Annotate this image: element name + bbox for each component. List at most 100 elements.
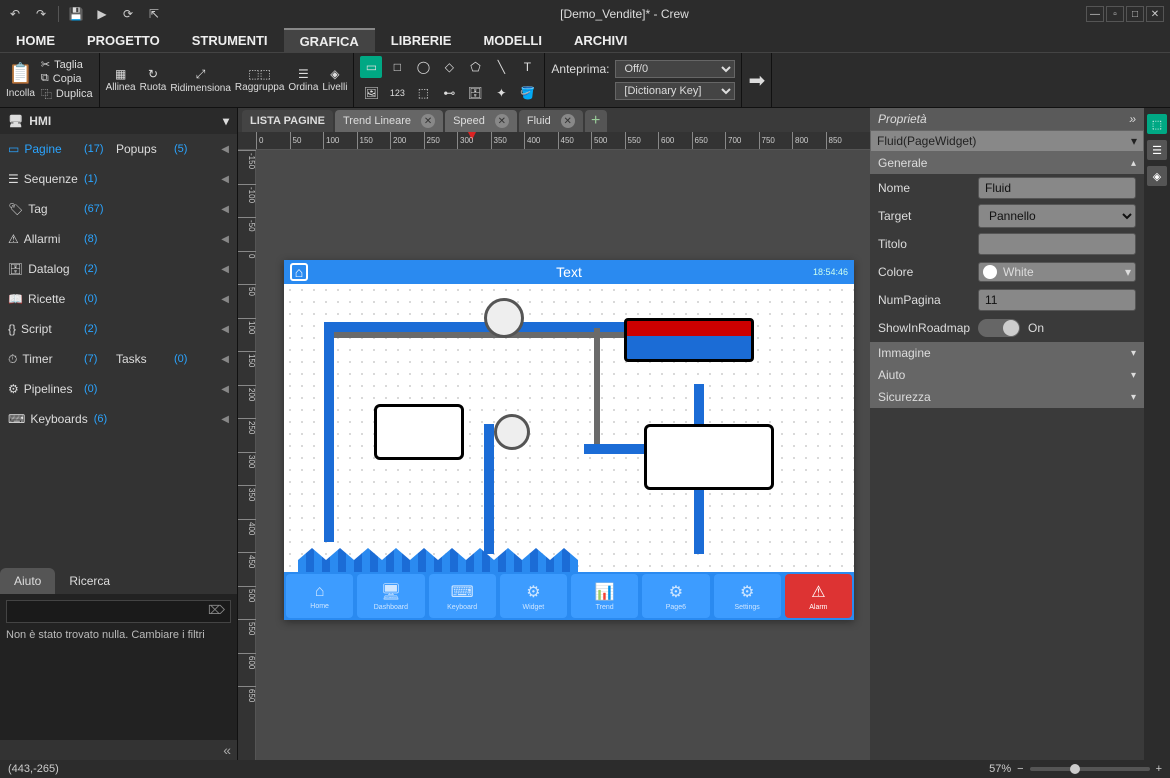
close-button[interactable]: ✕ <box>1146 6 1164 22</box>
menu-progetto[interactable]: PROGETTO <box>71 28 176 52</box>
pump-2[interactable] <box>644 424 774 490</box>
doc-tab[interactable]: LISTA PAGINE <box>242 110 333 132</box>
search-clear-icon[interactable]: ⌦ <box>208 603 225 617</box>
add-tab-button[interactable]: + <box>585 110 607 132</box>
pointer-tool-icon[interactable]: ▭ <box>360 56 382 78</box>
diamond-tool-icon[interactable]: ◇ <box>438 56 460 78</box>
page-nav-button[interactable]: ⚠Alarm <box>785 574 852 618</box>
page-nav-button[interactable]: 🖥Dashboard <box>357 574 424 618</box>
menu-modelli[interactable]: MODELLI <box>467 28 558 52</box>
doc-tab[interactable]: Trend Lineare✕ <box>335 110 443 132</box>
rect-tool-icon[interactable]: □ <box>386 56 408 78</box>
sidebar-item[interactable]: 🗄Datalog(2)◀ <box>0 254 237 284</box>
maximize-button[interactable]: □ <box>1126 6 1144 22</box>
copy-button[interactable]: ⧉ Copia <box>41 72 93 85</box>
sidebar-item[interactable]: ▭Pagine(17)Popups(5)◀ <box>0 134 237 164</box>
prop-colore-select[interactable]: White▾ <box>978 262 1136 282</box>
prop-target-select[interactable]: Pannello <box>978 204 1136 228</box>
zoom-out-button[interactable]: − <box>1017 763 1023 775</box>
help-search-input[interactable] <box>6 600 231 623</box>
anteprima-select[interactable]: Off/0 <box>615 60 735 78</box>
page-nav-button[interactable]: ⌨Keyboard <box>429 574 496 618</box>
menu-home[interactable]: HOME <box>0 28 71 52</box>
redo-icon[interactable]: ↷ <box>32 5 50 23</box>
prop-numpagina-input[interactable] <box>978 289 1136 311</box>
tab-ricerca[interactable]: Ricerca <box>55 568 124 594</box>
page-home-icon[interactable]: ⌂ <box>290 263 308 281</box>
sidebar-item[interactable]: ⏱Timer(7)Tasks(0)◀ <box>0 344 237 374</box>
properties-expand-icon[interactable]: » <box>1129 112 1136 126</box>
page-nav-button[interactable]: 📊Trend <box>571 574 638 618</box>
align-tool[interactable]: ▦Allinea <box>106 67 136 94</box>
tab-aiuto[interactable]: Aiuto <box>0 568 55 594</box>
section-generale[interactable]: Generale▴ <box>870 152 1144 174</box>
prop-titolo-input[interactable] <box>978 233 1136 255</box>
cut-button[interactable]: ✂ Taglia <box>41 58 93 71</box>
water-widget[interactable] <box>298 548 578 572</box>
tank-widget[interactable] <box>624 318 754 362</box>
group-tool[interactable]: ⬚⬚Raggruppa <box>235 67 284 94</box>
page-nav-button[interactable]: ⚙Widget <box>500 574 567 618</box>
selection-dropdown[interactable]: Fluid(PageWidget)▾ <box>870 130 1144 152</box>
sidebar-item[interactable]: {}Script(2)◀ <box>0 314 237 344</box>
restore-button[interactable]: ▫ <box>1106 6 1124 22</box>
dictionary-select[interactable]: [Dictionary Key] <box>615 82 735 100</box>
menu-archivi[interactable]: ARCHIVI <box>558 28 643 52</box>
menu-strumenti[interactable]: STRUMENTI <box>176 28 284 52</box>
sidebar-item[interactable]: ☰Sequenze(1)◀ <box>0 164 237 194</box>
sidebar-item[interactable]: 📖Ricette(0)◀ <box>0 284 237 314</box>
frame-tool-icon[interactable]: ⬚ <box>412 82 434 104</box>
rotate-tool[interactable]: ↻Ruota <box>140 67 167 94</box>
doc-tab[interactable]: Fluid✕ <box>519 110 583 132</box>
paint-tool-icon[interactable]: 🪣 <box>516 82 538 104</box>
pump-1[interactable] <box>374 404 464 460</box>
save-icon[interactable]: 💾 <box>67 5 85 23</box>
slider-tool-icon[interactable]: ⊷ <box>438 82 460 104</box>
number-tool-icon[interactable]: 123 <box>386 82 408 104</box>
sidebar-item[interactable]: ⚙Pipelines(0)◀ <box>0 374 237 404</box>
zoom-in-button[interactable]: + <box>1156 763 1162 775</box>
order-tool[interactable]: ☰Ordina <box>288 67 318 94</box>
export-icon[interactable]: ⇱ <box>145 5 163 23</box>
page-nav-button[interactable]: ⚙Settings <box>714 574 781 618</box>
prop-roadmap-toggle[interactable] <box>978 319 1020 337</box>
tab-close-icon[interactable]: ✕ <box>421 114 435 128</box>
db-tool-icon[interactable]: 🗄 <box>464 82 486 104</box>
duplicate-button[interactable]: ⿻ Duplica <box>41 86 93 102</box>
run-icon[interactable]: ▶ <box>93 5 111 23</box>
rtool-3d-icon[interactable]: ⬚ <box>1147 114 1167 134</box>
section-sicurezza[interactable]: Sicurezza▾ <box>870 386 1144 408</box>
section-aiuto[interactable]: Aiuto▾ <box>870 364 1144 386</box>
panel-collapse-button[interactable]: « <box>0 740 237 760</box>
tab-close-icon[interactable]: ✕ <box>495 114 509 128</box>
sidebar-item[interactable]: ⌨Keyboards(6)◀ <box>0 404 237 434</box>
zoom-slider[interactable] <box>1030 767 1150 771</box>
design-canvas[interactable]: ⌂ Text 18:54:46 <box>256 150 870 760</box>
gauge-2[interactable] <box>494 414 530 450</box>
image-tool-icon[interactable]: 🖼 <box>360 82 382 104</box>
menu-grafica[interactable]: GRAFICA <box>284 28 375 52</box>
deploy-icon[interactable]: ⟳ <box>119 5 137 23</box>
ellipse-tool-icon[interactable]: ◯ <box>412 56 434 78</box>
tab-close-icon[interactable]: ✕ <box>561 114 575 128</box>
layers-tool[interactable]: ◈Livelli <box>322 67 347 94</box>
panel-collapse-icon[interactable]: ▾ <box>223 114 229 128</box>
section-immagine[interactable]: Immagine▾ <box>870 342 1144 364</box>
undo-icon[interactable]: ↶ <box>6 5 24 23</box>
prop-nome-input[interactable] <box>978 177 1136 199</box>
page-nav-button[interactable]: ⌂Home <box>286 574 353 618</box>
paste-button[interactable]: 📋 Incolla <box>6 61 35 99</box>
star-tool-icon[interactable]: ✦ <box>490 82 512 104</box>
sidebar-item[interactable]: 🏷Tag(67)◀ <box>0 194 237 224</box>
doc-tab[interactable]: Speed✕ <box>445 110 517 132</box>
page-nav-button[interactable]: ⚙Page6 <box>642 574 709 618</box>
gauge-1[interactable] <box>484 298 524 338</box>
goto-icon[interactable]: ➡ <box>748 68 765 93</box>
resize-tool[interactable]: ⤢Ridimensiona <box>170 67 231 94</box>
menu-librerie[interactable]: LIBRERIE <box>375 28 468 52</box>
sidebar-item[interactable]: ⚠Allarmi(8)◀ <box>0 224 237 254</box>
page-widget[interactable]: ⌂ Text 18:54:46 <box>284 260 854 620</box>
rtool-layers-icon[interactable]: ◈ <box>1147 166 1167 186</box>
rtool-list-icon[interactable]: ☰ <box>1147 140 1167 160</box>
text-tool-icon[interactable]: T <box>516 56 538 78</box>
